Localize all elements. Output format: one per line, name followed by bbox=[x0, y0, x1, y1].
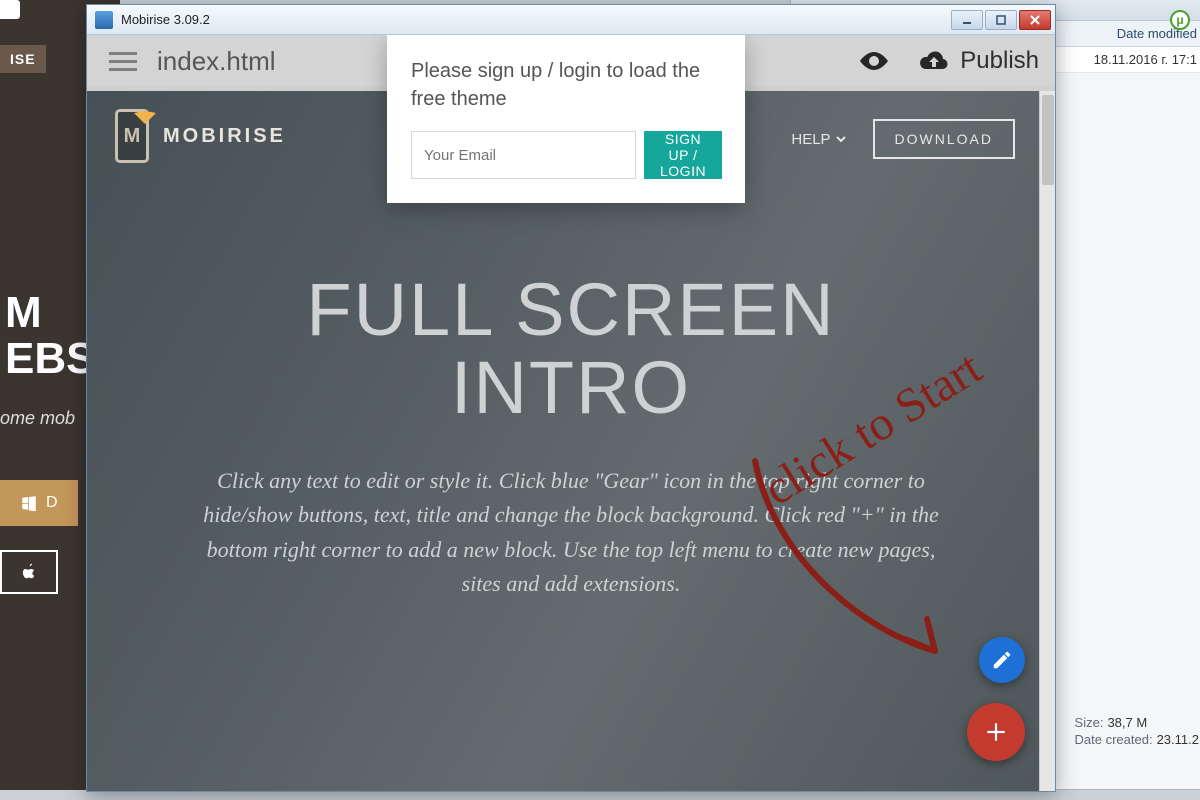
explorer-details-pane: Size:38,7 M Date created:23.11.2 bbox=[1075, 713, 1199, 749]
bg-download-button[interactable]: D bbox=[0, 480, 78, 526]
nav-help-link[interactable]: HELP bbox=[791, 131, 846, 148]
hero-block[interactable]: FULL SCREEN INTRO Click any text to edit… bbox=[137, 271, 1005, 601]
mobirise-app-window: Mobirise 3.09.2 index.html bbox=[86, 4, 1056, 792]
bg-brand-badge: ISE bbox=[0, 45, 46, 73]
bg-hero-text: M EBS bbox=[5, 290, 95, 382]
add-block-fab[interactable] bbox=[967, 703, 1025, 761]
bg-apple-button[interactable] bbox=[0, 550, 58, 594]
close-button[interactable] bbox=[1019, 10, 1051, 30]
windows-icon bbox=[20, 494, 38, 512]
scroll-thumb[interactable] bbox=[1042, 95, 1054, 185]
nav-download-button[interactable]: DOWNLOAD bbox=[873, 119, 1015, 159]
plus-icon bbox=[983, 719, 1009, 745]
signup-popup: Please sign up / login to load the free … bbox=[387, 35, 745, 203]
browser-address-fragment: se.com bbox=[0, 0, 20, 19]
logo-phone-icon: M bbox=[115, 109, 149, 163]
edit-block-fab[interactable] bbox=[979, 637, 1025, 683]
site-logo[interactable]: M MOBIRISE bbox=[115, 109, 286, 163]
site-nav: HELP DOWNLOAD bbox=[791, 119, 1015, 159]
window-title: Mobirise 3.09.2 bbox=[121, 12, 951, 27]
apple-icon bbox=[20, 562, 38, 582]
utorrent-tray-icon[interactable]: μ bbox=[1170, 10, 1190, 30]
chevron-down-icon bbox=[835, 133, 847, 145]
popup-message: Please sign up / login to load the free … bbox=[411, 57, 721, 113]
app-icon bbox=[95, 11, 113, 29]
pencil-icon bbox=[991, 649, 1013, 671]
editor-area: index.html Publish bbox=[87, 35, 1055, 791]
hamburger-menu-icon[interactable] bbox=[103, 46, 143, 77]
minimize-button[interactable] bbox=[951, 10, 983, 30]
bg-hero-subtext: ome mob bbox=[0, 408, 75, 429]
hero-title[interactable]: FULL SCREEN INTRO bbox=[137, 271, 1005, 426]
email-input[interactable] bbox=[411, 131, 636, 179]
brand-name: MOBIRISE bbox=[163, 125, 286, 148]
cloud-upload-icon bbox=[918, 49, 950, 73]
hero-description[interactable]: Click any text to edit or style it. Clic… bbox=[137, 464, 1005, 600]
preview-icon[interactable] bbox=[858, 50, 890, 72]
signup-login-button[interactable]: SIGN UP / LOGIN bbox=[644, 131, 722, 179]
maximize-button[interactable] bbox=[985, 10, 1017, 30]
window-titlebar[interactable]: Mobirise 3.09.2 bbox=[87, 5, 1055, 35]
publish-button[interactable]: Publish bbox=[918, 47, 1039, 75]
vertical-scrollbar[interactable] bbox=[1039, 91, 1055, 791]
current-filename[interactable]: index.html bbox=[157, 46, 276, 77]
